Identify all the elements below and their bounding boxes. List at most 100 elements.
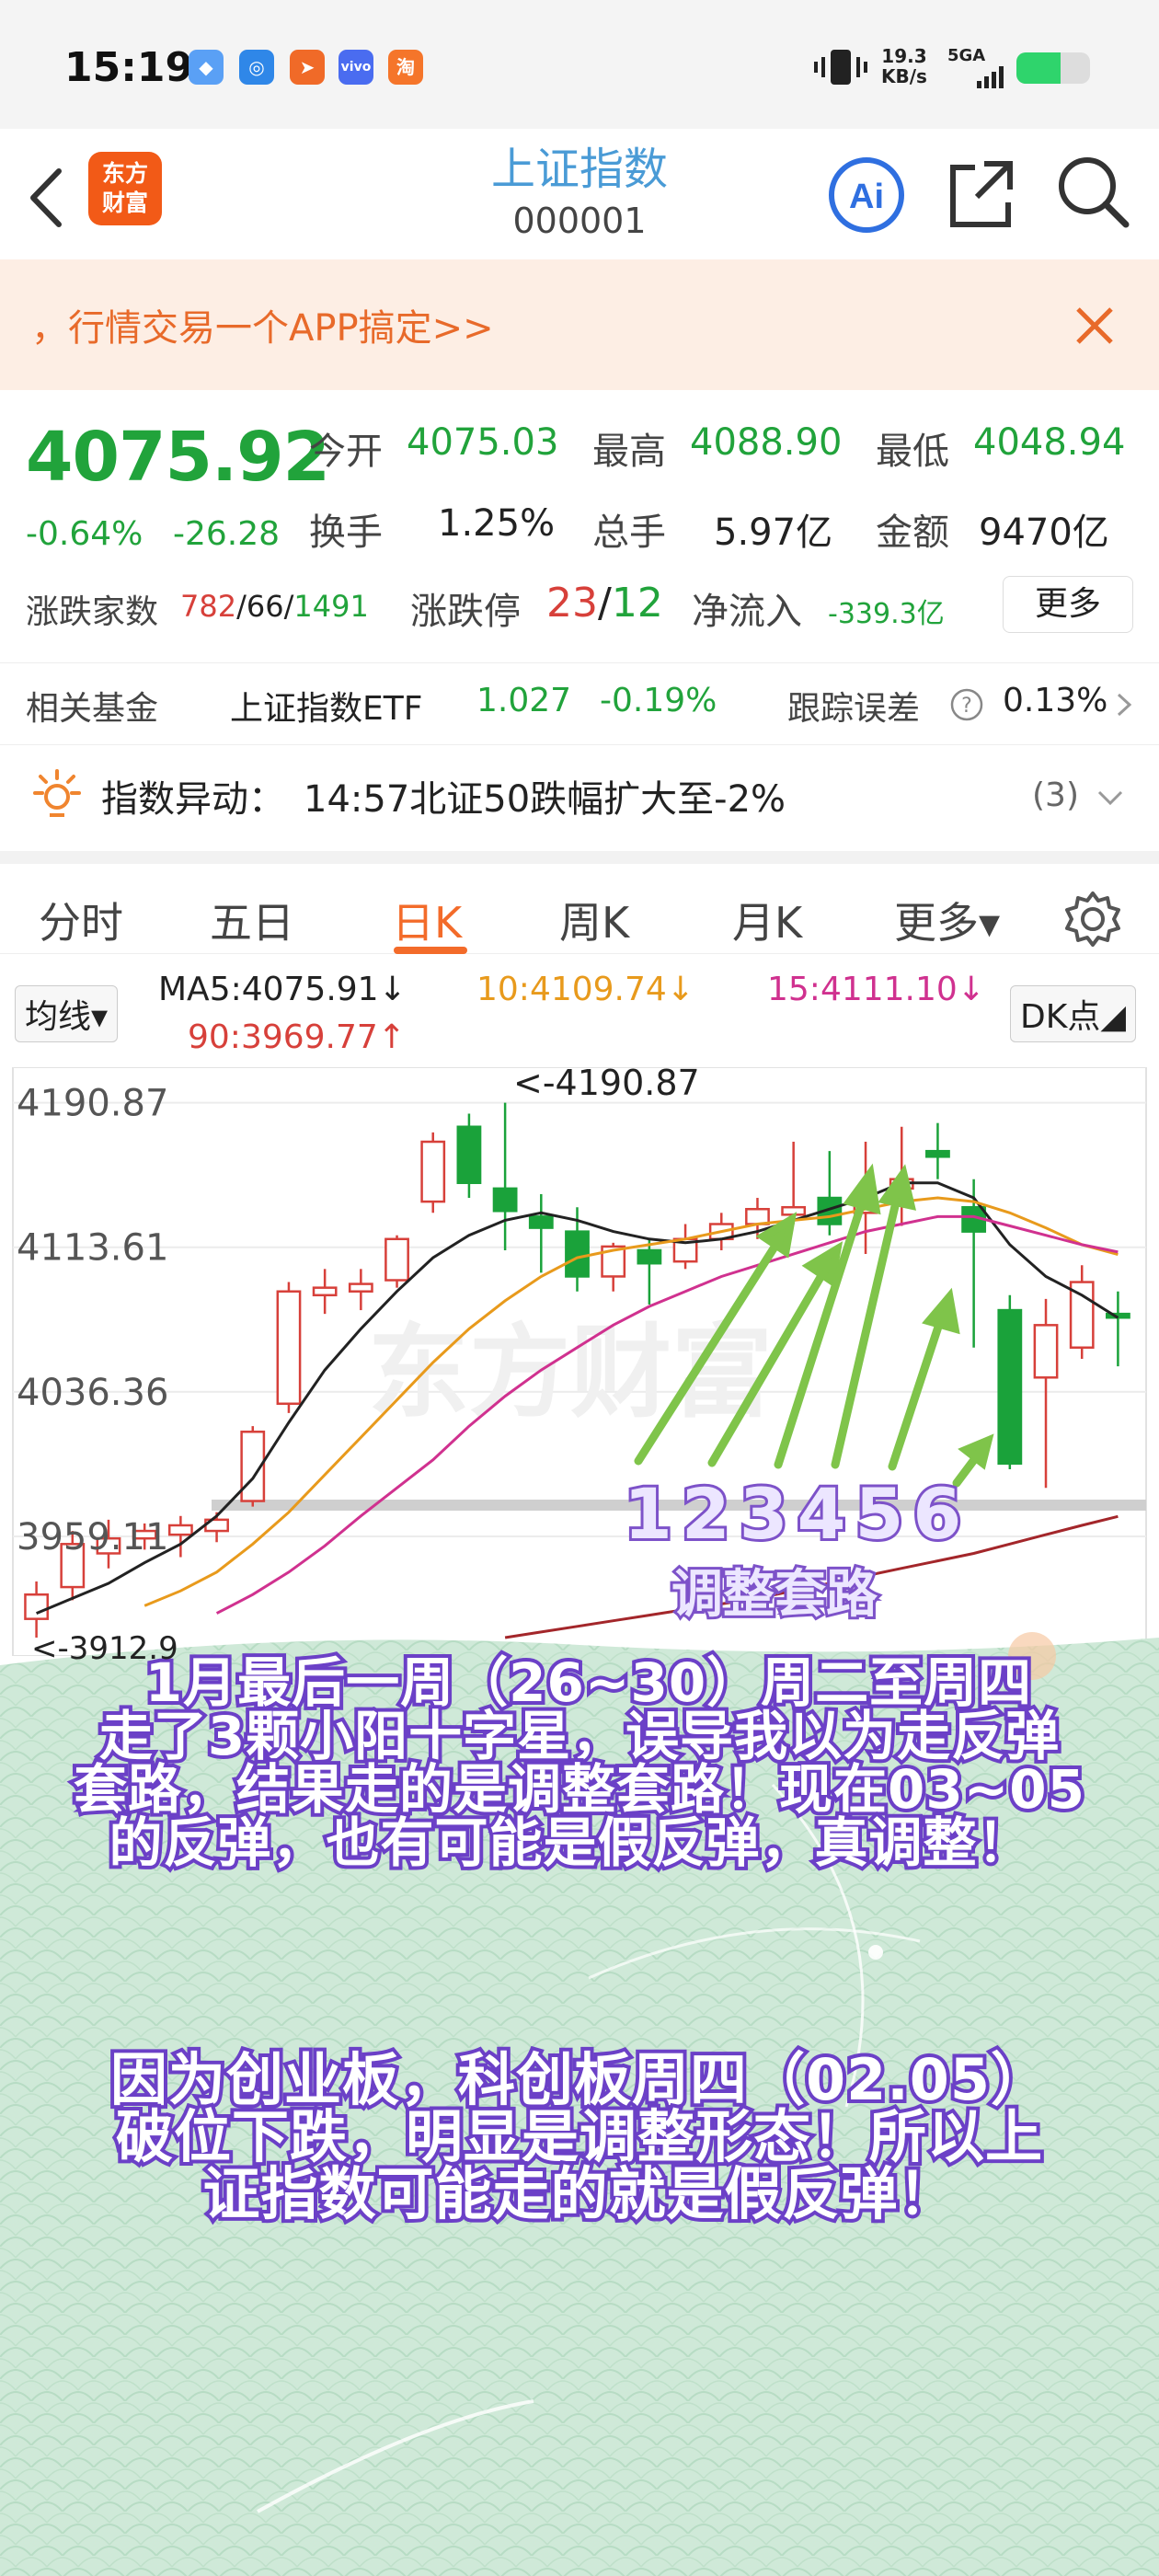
limit-down: 12 [611,580,663,627]
ma15-value: 15:4111.10↓ [767,971,985,1008]
candle-body [24,1593,49,1620]
y-axis-label: 4036.36 [17,1372,168,1414]
tab-monthly-k[interactable]: 月K [732,890,802,950]
up-count: 782 [180,589,237,624]
volume-label: 总手 [592,512,666,554]
candle [420,1132,446,1213]
annotation-line: 破位下跌，明显是调整形态！所以上 [112,2103,1046,2170]
battery-fill [1016,52,1061,84]
tab-daily-k[interactable]: 日K [392,890,462,950]
candle-body [456,1125,482,1185]
index-code: 000001 [512,201,647,241]
tab-five-day[interactable]: 五日 [210,890,294,950]
low-annotation: <-3912.9 [31,1630,178,1667]
candle-body [1033,1324,1059,1379]
signal-icon [977,66,1004,88]
ma10-value: 10:4109.74↓ [476,971,694,1008]
tab-intraday[interactable]: 分时 [39,890,123,950]
breadth-values: 782/66/1491 [180,589,369,624]
low-label: 最低 [876,431,949,473]
chevron-down-icon[interactable] [1096,789,1124,808]
candle [997,1294,1023,1469]
amount-label: 金额 [876,512,949,554]
tab-weekly-k[interactable]: 周K [559,890,629,950]
ma5-value: MA5:4075.91↓ [158,971,407,1008]
candle-body [925,1149,950,1158]
annotation-line: 因为创业板，科创板周四（02.05） [107,2046,1051,2113]
status-bar: 15:19 ◆ ◎ ➤ vivo 淘 19.3 KB/s 5GA [0,0,1159,129]
page-title: 上证指数 [490,144,668,195]
volume-value: 5.97亿 [714,512,833,554]
brand-logo: 东方 财富 [88,152,162,225]
current-price: 4075.92 [26,418,330,497]
tracking-value: 0.13% [1003,682,1108,719]
high-value: 4088.90 [690,421,843,464]
ma-selector[interactable]: 均线▾ [15,985,119,1042]
candle-body [276,1290,302,1406]
index-alert-row[interactable]: 指数异动： 14:57北证50跌幅扩大至-2% (3) [0,745,1159,846]
y-axis-label: 4190.87 [17,1083,168,1125]
related-fund-row[interactable]: 相关基金 上证指数ETF 1.027 -0.19% 跟踪误差 ? 0.13% [0,662,1159,745]
search-icon[interactable] [1056,155,1131,232]
dk-point-button[interactable]: DK点◢ [1010,985,1137,1042]
help-icon[interactable]: ? [949,687,984,722]
candle-body [312,1286,338,1297]
app-header: 东方 财富 上证指数 000001 Ai [0,129,1159,259]
fund-pct: -0.19% [600,682,717,719]
tab-more[interactable]: 更多▾ [894,890,1000,950]
kline-chart[interactable]: 东方财富 4190.87 4113.61 4036.36 3959.11 <-4190… [0,1067,1159,1656]
net-speed: 19.3 KB/s [881,46,927,86]
vivo-app-icon: vivo [339,50,373,85]
annotation-paragraph-1: 1月最后一周（26~30）周二至周四 走了3颗小阳十字星，误导我以为走反弹 套路… [0,1652,1159,1874]
net-speed-value: 19.3 [881,45,927,67]
chevron-right-icon[interactable] [1115,691,1133,719]
arrow-numbers: 123456 [624,1473,970,1555]
brand-logo-line1: 东方 [101,160,148,187]
annotation-line: 证指数可能走的就是假反弹！ [199,2160,958,2227]
candle-body [420,1140,446,1203]
candle-body [528,1215,554,1229]
amount-value: 9470亿 [979,512,1109,554]
annotation-line: 套路，结果走的是调整套路！现在03~05 [70,1758,1088,1821]
chart-watermark: 东方财富 [368,1314,773,1432]
candle-body [997,1308,1023,1466]
annotation-line: 的反弹，也有可能是假反弹，真调整！ [105,1811,1034,1874]
more-button[interactable]: 更多 [1003,576,1133,633]
sun-icon [33,769,81,817]
vibrate-icon [814,50,867,85]
share-icon[interactable] [947,156,1017,230]
low-value: 4048.94 [973,421,1126,464]
down-count: 1491 [293,589,369,624]
network-type: 5GA [947,46,986,65]
ai-assistant-button[interactable]: Ai [828,156,905,234]
limit-up: 23 [546,580,598,627]
app-icon-3: ➤ [290,50,325,85]
gear-icon[interactable] [1063,890,1122,949]
candle-body [565,1230,590,1278]
ma-legend: 均线▾ MA5:4075.91↓ 10:4109.74↓ 15:4111.10↓… [0,961,1159,1063]
fund-label: 相关基金 [26,690,159,728]
open-label: 今开 [309,431,383,473]
promo-banner[interactable]: ，行情交易一个APP搞定>> [0,259,1159,390]
alert-label: 指数异动： [101,778,285,821]
y-axis-label: 4113.61 [17,1227,168,1270]
close-icon[interactable] [1074,305,1115,346]
candle [276,1282,302,1413]
ai-label: Ai [849,178,884,216]
alert-count: (3) [1032,776,1079,814]
fund-name[interactable]: 上证指数ETF [230,682,422,730]
change-value: -26.28 [173,515,281,553]
chevron-left-icon[interactable] [26,166,66,230]
turnover-label: 换手 [309,512,383,554]
period-tabs: 分时 五日 日K 周K 月K 更多▾ [0,851,1159,954]
candle-body [637,1248,662,1265]
limit-label: 涨跌停 [410,591,521,633]
candle-body [384,1237,409,1282]
limit-values: 23/12 [546,580,663,627]
battery-icon [1016,52,1090,84]
annotation-line: 走了3颗小阳十字星，误导我以为走反弹 [96,1705,1062,1767]
app-icon-2: ◎ [239,50,274,85]
app-icon-1: ◆ [189,50,224,85]
open-value: 4075.03 [407,421,559,464]
annotation-paragraph-2: 因为创业板，科创板周四（02.05） 破位下跌，明显是调整形态！所以上 证指数可… [0,2046,1159,2227]
